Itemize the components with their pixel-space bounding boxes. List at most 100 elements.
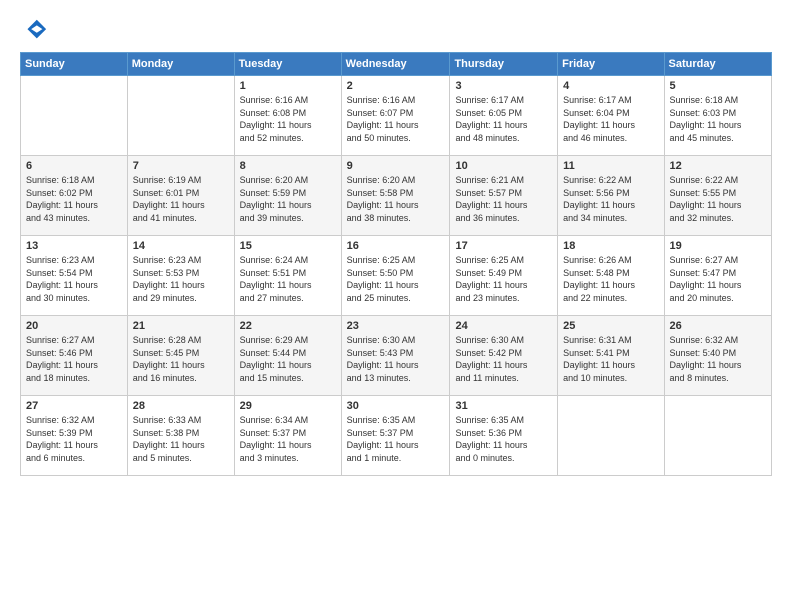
calendar-cell: 4 Sunrise: 6:17 AM Sunset: 6:04 PM Daylig… (558, 76, 664, 156)
day-info: Sunrise: 6:31 AM Sunset: 5:41 PM Dayligh… (563, 334, 658, 384)
day-number: 4 (563, 80, 658, 92)
day-info: Sunrise: 6:32 AM Sunset: 5:39 PM Dayligh… (26, 414, 122, 464)
calendar-cell: 1 Sunrise: 6:16 AM Sunset: 6:08 PM Daylig… (234, 76, 341, 156)
day-info: Sunrise: 6:24 AM Sunset: 5:51 PM Dayligh… (240, 254, 336, 304)
day-number: 31 (455, 400, 552, 412)
calendar-cell: 15 Sunrise: 6:24 AM Sunset: 5:51 PM Dayli… (234, 236, 341, 316)
calendar-cell: 24 Sunrise: 6:30 AM Sunset: 5:42 PM Dayli… (450, 316, 558, 396)
calendar-cell: 7 Sunrise: 6:19 AM Sunset: 6:01 PM Daylig… (127, 156, 234, 236)
calendar-cell: 8Sunrise: 6:20 AM Sunset: 5:59 PM Daylig… (234, 156, 341, 236)
day-info: Sunrise: 6:26 AM Sunset: 5:48 PM Dayligh… (563, 254, 658, 304)
day-number: 6 (26, 160, 122, 172)
day-info: Sunrise: 6:30 AM Sunset: 5:43 PM Dayligh… (347, 334, 445, 384)
day-info: Sunrise: 6:35 AM Sunset: 5:36 PM Dayligh… (455, 414, 552, 464)
calendar-cell: 19 Sunrise: 6:27 AM Sunset: 5:47 PM Dayli… (664, 236, 771, 316)
calendar-cell: 23 Sunrise: 6:30 AM Sunset: 5:43 PM Dayli… (341, 316, 450, 396)
calendar-cell (127, 76, 234, 156)
day-number: 22 (240, 320, 336, 332)
day-number: 15 (240, 240, 336, 252)
day-info: Sunrise: 6:19 AM Sunset: 6:01 PM Dayligh… (133, 174, 229, 224)
logo-icon (20, 16, 48, 44)
day-of-week-header: Thursday (450, 53, 558, 76)
calendar-cell: 6Sunrise: 6:18 AM Sunset: 6:02 PM Daylig… (21, 156, 128, 236)
day-info: Sunrise: 6:27 AM Sunset: 5:46 PM Dayligh… (26, 334, 122, 384)
calendar-week-row: 13Sunrise: 6:23 AM Sunset: 5:54 PM Dayli… (21, 236, 772, 316)
calendar-cell: 20 Sunrise: 6:27 AM Sunset: 5:46 PM Dayli… (21, 316, 128, 396)
calendar-cell: 3 Sunrise: 6:17 AM Sunset: 6:05 PM Daylig… (450, 76, 558, 156)
day-number: 27 (26, 400, 122, 412)
day-info: Sunrise: 6:27 AM Sunset: 5:47 PM Dayligh… (670, 254, 766, 304)
day-info: Sunrise: 6:20 AM Sunset: 5:58 PM Dayligh… (347, 174, 445, 224)
calendar-cell: 16Sunrise: 6:25 AM Sunset: 5:50 PM Dayli… (341, 236, 450, 316)
day-number: 8 (240, 160, 336, 172)
calendar-week-row: 1 Sunrise: 6:16 AM Sunset: 6:08 PM Daylig… (21, 76, 772, 156)
day-info: Sunrise: 6:22 AM Sunset: 5:56 PM Dayligh… (563, 174, 658, 224)
day-info: Sunrise: 6:29 AM Sunset: 5:44 PM Dayligh… (240, 334, 336, 384)
calendar-week-row: 27 Sunrise: 6:32 AM Sunset: 5:39 PM Dayli… (21, 396, 772, 476)
day-number: 7 (133, 160, 229, 172)
day-number: 11 (563, 160, 658, 172)
day-info: Sunrise: 6:25 AM Sunset: 5:50 PM Dayligh… (347, 254, 445, 304)
day-info: Sunrise: 6:25 AM Sunset: 5:49 PM Dayligh… (455, 254, 552, 304)
calendar-cell: 17Sunrise: 6:25 AM Sunset: 5:49 PM Dayli… (450, 236, 558, 316)
calendar-cell (558, 396, 664, 476)
day-of-week-header: Saturday (664, 53, 771, 76)
calendar-cell: 21 Sunrise: 6:28 AM Sunset: 5:45 PM Dayli… (127, 316, 234, 396)
day-number: 20 (26, 320, 122, 332)
calendar-cell: 5 Sunrise: 6:18 AM Sunset: 6:03 PM Daylig… (664, 76, 771, 156)
calendar-table: SundayMondayTuesdayWednesdayThursdayFrid… (20, 52, 772, 476)
calendar-cell: 29 Sunrise: 6:34 AM Sunset: 5:37 PM Dayli… (234, 396, 341, 476)
day-number: 23 (347, 320, 445, 332)
day-info: Sunrise: 6:21 AM Sunset: 5:57 PM Dayligh… (455, 174, 552, 224)
day-number: 29 (240, 400, 336, 412)
day-number: 21 (133, 320, 229, 332)
page: SundayMondayTuesdayWednesdayThursdayFrid… (0, 0, 792, 612)
calendar-cell: 27 Sunrise: 6:32 AM Sunset: 5:39 PM Dayli… (21, 396, 128, 476)
day-number: 30 (347, 400, 445, 412)
day-info: Sunrise: 6:16 AM Sunset: 6:08 PM Dayligh… (240, 94, 336, 144)
day-number: 26 (670, 320, 766, 332)
day-info: Sunrise: 6:34 AM Sunset: 5:37 PM Dayligh… (240, 414, 336, 464)
day-info: Sunrise: 6:33 AM Sunset: 5:38 PM Dayligh… (133, 414, 229, 464)
calendar-cell (664, 396, 771, 476)
calendar-header-row: SundayMondayTuesdayWednesdayThursdayFrid… (21, 53, 772, 76)
day-info: Sunrise: 6:23 AM Sunset: 5:53 PM Dayligh… (133, 254, 229, 304)
day-info: Sunrise: 6:22 AM Sunset: 5:55 PM Dayligh… (670, 174, 766, 224)
logo (20, 16, 52, 44)
calendar-cell: 31 Sunrise: 6:35 AM Sunset: 5:36 PM Dayli… (450, 396, 558, 476)
day-number: 1 (240, 80, 336, 92)
day-number: 18 (563, 240, 658, 252)
calendar-cell: 9 Sunrise: 6:20 AM Sunset: 5:58 PM Daylig… (341, 156, 450, 236)
day-number: 2 (347, 80, 445, 92)
day-info: Sunrise: 6:17 AM Sunset: 6:05 PM Dayligh… (455, 94, 552, 144)
day-info: Sunrise: 6:18 AM Sunset: 6:03 PM Dayligh… (670, 94, 766, 144)
calendar-cell: 11 Sunrise: 6:22 AM Sunset: 5:56 PM Dayli… (558, 156, 664, 236)
calendar-cell (21, 76, 128, 156)
calendar-cell: 18 Sunrise: 6:26 AM Sunset: 5:48 PM Dayli… (558, 236, 664, 316)
day-number: 5 (670, 80, 766, 92)
day-number: 19 (670, 240, 766, 252)
day-number: 25 (563, 320, 658, 332)
day-number: 3 (455, 80, 552, 92)
calendar-cell: 13Sunrise: 6:23 AM Sunset: 5:54 PM Dayli… (21, 236, 128, 316)
day-info: Sunrise: 6:23 AM Sunset: 5:54 PM Dayligh… (26, 254, 122, 304)
calendar-cell: 30 Sunrise: 6:35 AM Sunset: 5:37 PM Dayli… (341, 396, 450, 476)
day-number: 10 (455, 160, 552, 172)
day-info: Sunrise: 6:17 AM Sunset: 6:04 PM Dayligh… (563, 94, 658, 144)
day-info: Sunrise: 6:30 AM Sunset: 5:42 PM Dayligh… (455, 334, 552, 384)
day-of-week-header: Tuesday (234, 53, 341, 76)
calendar-week-row: 6Sunrise: 6:18 AM Sunset: 6:02 PM Daylig… (21, 156, 772, 236)
day-of-week-header: Friday (558, 53, 664, 76)
day-info: Sunrise: 6:35 AM Sunset: 5:37 PM Dayligh… (347, 414, 445, 464)
day-number: 9 (347, 160, 445, 172)
day-of-week-header: Sunday (21, 53, 128, 76)
calendar-cell: 22 Sunrise: 6:29 AM Sunset: 5:44 PM Dayli… (234, 316, 341, 396)
calendar-cell: 14 Sunrise: 6:23 AM Sunset: 5:53 PM Dayli… (127, 236, 234, 316)
day-info: Sunrise: 6:28 AM Sunset: 5:45 PM Dayligh… (133, 334, 229, 384)
day-of-week-header: Monday (127, 53, 234, 76)
calendar-cell: 25 Sunrise: 6:31 AM Sunset: 5:41 PM Dayli… (558, 316, 664, 396)
day-number: 24 (455, 320, 552, 332)
day-info: Sunrise: 6:32 AM Sunset: 5:40 PM Dayligh… (670, 334, 766, 384)
calendar-cell: 12Sunrise: 6:22 AM Sunset: 5:55 PM Dayli… (664, 156, 771, 236)
day-number: 14 (133, 240, 229, 252)
